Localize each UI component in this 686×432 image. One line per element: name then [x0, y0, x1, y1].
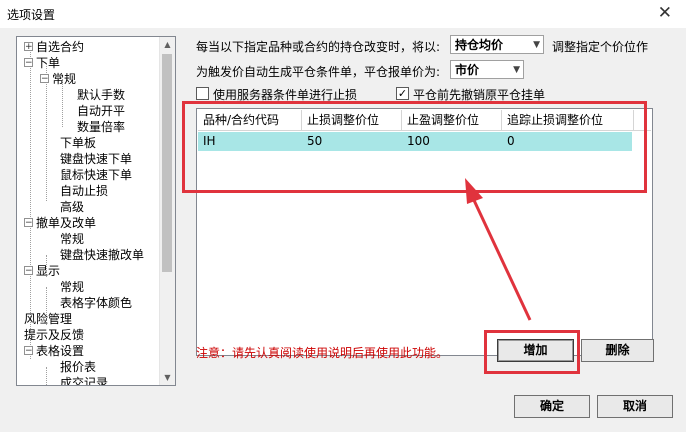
tree-item-cancel-general[interactable]: 常规	[60, 231, 84, 247]
ok-button[interactable]: 确定	[514, 395, 590, 418]
collapse-icon[interactable]: −	[24, 266, 33, 276]
tree-item-label: 鼠标快速下单	[60, 168, 133, 182]
cancel-before-close-label: 平仓前先撤销原平仓挂单	[413, 88, 546, 102]
tree-item-auto-stop-loss[interactable]: 自动止损	[60, 183, 108, 199]
chevron-down-icon: ▼	[513, 65, 520, 75]
tree-item-label: 显示	[36, 264, 61, 278]
tree-connector	[46, 367, 47, 385]
tree-scrollbar[interactable]: ▲ ▼	[159, 37, 175, 385]
close-icon[interactable]: ✕	[658, 3, 672, 23]
price-basis-label: 每当以下指定品种或合约的持仓改变时，将以:	[196, 40, 441, 54]
tree-content: + 自选合约 − 下单 − 常规 默认手数 自动开平 数量倍率 下单板 键盘快速下单 …	[17, 37, 159, 385]
cancel-before-close-checkbox[interactable]: ✓	[396, 87, 409, 100]
chevron-down-icon: ▼	[533, 40, 540, 50]
table-header: 品种/合约代码 止损调整价位 止盈调整价位 追踪止损调整价位	[198, 110, 651, 131]
tree-item-label: 常规	[52, 72, 77, 86]
scrollbar-thumb[interactable]	[162, 54, 172, 272]
cell-stop-loss: 50	[307, 134, 323, 148]
tree-item-label: 成交记录	[60, 376, 109, 386]
tree-item-label: 撤单及改单	[36, 216, 97, 230]
collapse-icon[interactable]: −	[24, 58, 33, 68]
tree-item-label: 下单	[36, 56, 61, 70]
dialog-body: + 自选合约 − 下单 − 常规 默认手数 自动开平 数量倍率 下单板 键盘快速下单 …	[0, 28, 686, 432]
tree-item-auto-open-close[interactable]: 自动开平	[77, 103, 125, 119]
stop-adjust-table: 品种/合约代码 止损调整价位 止盈调整价位 追踪止损调整价位 IH 50 100…	[196, 108, 653, 356]
collapse-icon[interactable]: −	[24, 218, 33, 228]
tree-item-table-font-color[interactable]: 表格字体颜色	[60, 295, 132, 311]
tree-item-advanced[interactable]: 高级	[60, 199, 84, 215]
tree-item-label: 表格设置	[36, 344, 85, 358]
tree-item-label: 数量倍率	[77, 120, 126, 134]
arrow-head	[465, 178, 483, 204]
column-header[interactable]: 止损调整价位	[302, 110, 402, 130]
column-header[interactable]: 追踪止损调整价位	[502, 110, 634, 130]
tree-item-table-settings[interactable]: − 表格设置	[24, 343, 84, 359]
tree-item-label: 自选合约	[36, 40, 85, 54]
window-title: 选项设置	[7, 8, 56, 22]
tree-item-quote-table[interactable]: 报价表	[60, 359, 96, 375]
warning-text: 注意：请先认真阅读使用说明后再使用此功能。	[196, 346, 449, 360]
scroll-up-icon[interactable]: ▲	[160, 37, 175, 52]
tree-item-order-general[interactable]: − 常规	[40, 71, 76, 87]
order-price-select[interactable]: 市价 ▼	[450, 60, 524, 79]
order-price-value: 市价	[455, 63, 480, 77]
tree-item-label: 报价表	[60, 360, 97, 374]
tree-item-mouse-quick-order[interactable]: 鼠标快速下单	[60, 167, 132, 183]
price-basis-value: 持仓均价	[455, 38, 504, 52]
tree-item-label: 风险管理	[24, 312, 73, 326]
options-tree: + 自选合约 − 下单 − 常规 默认手数 自动开平 数量倍率 下单板 键盘快速下单 …	[16, 36, 176, 386]
tree-item-default-lots[interactable]: 默认手数	[77, 87, 125, 103]
add-button[interactable]: 增加	[497, 339, 574, 362]
tree-item-risk-management[interactable]: 风险管理	[24, 311, 72, 327]
server-stop-loss-label: 使用服务器条件单进行止损	[213, 88, 358, 102]
expand-icon[interactable]: +	[24, 42, 33, 52]
tree-item-label: 自动开平	[77, 104, 126, 118]
tree-item-order[interactable]: − 下单	[24, 55, 60, 71]
collapse-icon[interactable]: −	[24, 346, 33, 356]
tree-item-trade-records[interactable]: 成交记录	[60, 375, 109, 386]
tree-item-label: 高级	[60, 200, 85, 214]
table-row[interactable]: IH 50 100 0	[198, 132, 632, 151]
price-basis-suffix: 调整指定个价位作	[552, 40, 649, 54]
tree-item-label: 常规	[60, 232, 85, 246]
column-header[interactable]: 止盈调整价位	[402, 110, 502, 130]
tree-item-label: 下单板	[60, 136, 97, 150]
arrow-shaft	[470, 195, 532, 321]
tree-item-prompts-feedback[interactable]: 提示及反馈	[24, 327, 84, 343]
tree-item-display-general[interactable]: 常规	[60, 279, 84, 295]
cell-code: IH	[203, 134, 216, 148]
tree-item-watchlist[interactable]: + 自选合约	[24, 39, 84, 55]
collapse-icon[interactable]: −	[40, 74, 49, 84]
price-basis-select[interactable]: 持仓均价 ▼	[450, 35, 544, 54]
tree-item-display[interactable]: − 显示	[24, 263, 60, 279]
cell-trailing: 0	[507, 134, 515, 148]
order-price-label: 为触发价自动生成平仓条件单，平仓报单价为:	[196, 65, 441, 79]
delete-button[interactable]: 删除	[581, 339, 654, 362]
server-stop-loss-checkbox[interactable]	[196, 87, 209, 100]
title-bar: 选项设置 ✕	[0, 0, 686, 28]
tree-item-label: 默认手数	[77, 88, 126, 102]
tree-item-label: 表格字体颜色	[60, 296, 133, 310]
tree-item-label: 自动止损	[60, 184, 109, 198]
tree-item-label: 键盘快速撤改单	[60, 248, 145, 262]
tree-item-label: 提示及反馈	[24, 328, 85, 342]
tree-item-keyboard-quick-order[interactable]: 键盘快速下单	[60, 151, 132, 167]
cell-take-profit: 100	[407, 134, 430, 148]
annotation-arrow	[465, 178, 532, 321]
tree-item-cancel-modify[interactable]: − 撤单及改单	[24, 215, 96, 231]
scroll-down-icon[interactable]: ▼	[160, 370, 175, 385]
column-header[interactable]: 品种/合约代码	[198, 110, 302, 130]
tree-item-label: 常规	[60, 280, 85, 294]
cancel-button[interactable]: 取消	[597, 395, 673, 418]
tree-item-label: 键盘快速下单	[60, 152, 133, 166]
tree-item-quantity-multiplier[interactable]: 数量倍率	[77, 119, 125, 135]
tree-item-keyboard-quick-cancel[interactable]: 键盘快速撤改单	[60, 247, 144, 263]
tree-item-order-board[interactable]: 下单板	[60, 135, 96, 151]
